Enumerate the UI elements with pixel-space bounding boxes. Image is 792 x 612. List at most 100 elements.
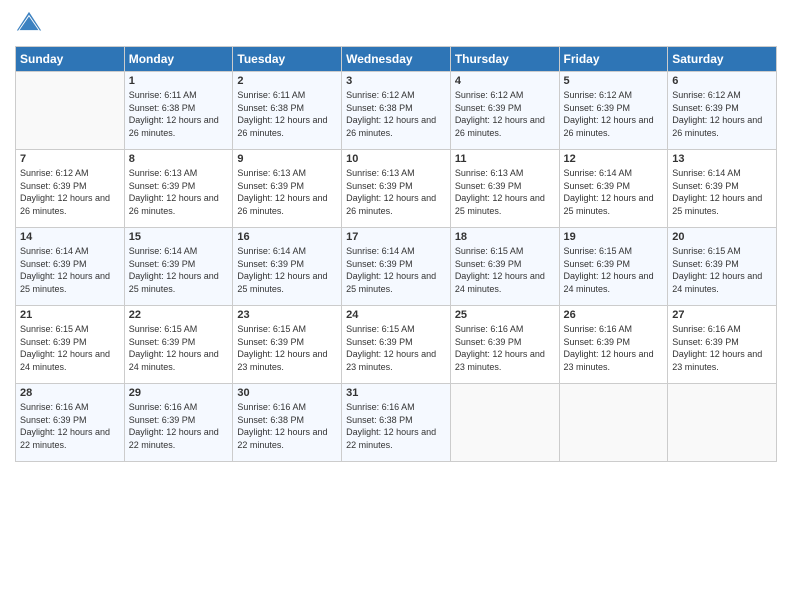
calendar-cell: 31 Sunrise: 6:16 AMSunset: 6:38 PMDayligh… xyxy=(342,384,451,462)
day-number: 5 xyxy=(564,75,664,87)
day-info: Sunrise: 6:12 AMSunset: 6:39 PMDaylight:… xyxy=(455,89,555,139)
day-info: Sunrise: 6:11 AMSunset: 6:38 PMDaylight:… xyxy=(237,89,337,139)
day-number: 14 xyxy=(20,231,120,243)
day-number: 2 xyxy=(237,75,337,87)
calendar-cell: 12 Sunrise: 6:14 AMSunset: 6:39 PMDayligh… xyxy=(559,150,668,228)
day-header-sunday: Sunday xyxy=(16,47,125,72)
day-number: 17 xyxy=(346,231,446,243)
logo xyxy=(15,10,47,38)
day-info: Sunrise: 6:16 AMSunset: 6:39 PMDaylight:… xyxy=(20,401,120,451)
day-number: 23 xyxy=(237,309,337,321)
day-header-friday: Friday xyxy=(559,47,668,72)
calendar-cell: 28 Sunrise: 6:16 AMSunset: 6:39 PMDayligh… xyxy=(16,384,125,462)
week-row-4: 28 Sunrise: 6:16 AMSunset: 6:39 PMDayligh… xyxy=(16,384,777,462)
calendar-cell: 24 Sunrise: 6:15 AMSunset: 6:39 PMDayligh… xyxy=(342,306,451,384)
day-number: 31 xyxy=(346,387,446,399)
day-info: Sunrise: 6:13 AMSunset: 6:39 PMDaylight:… xyxy=(129,167,229,217)
calendar-cell: 25 Sunrise: 6:16 AMSunset: 6:39 PMDayligh… xyxy=(450,306,559,384)
day-info: Sunrise: 6:15 AMSunset: 6:39 PMDaylight:… xyxy=(346,323,446,373)
calendar-cell xyxy=(668,384,777,462)
calendar-cell: 10 Sunrise: 6:13 AMSunset: 6:39 PMDayligh… xyxy=(342,150,451,228)
day-number: 24 xyxy=(346,309,446,321)
day-number: 11 xyxy=(455,153,555,165)
calendar-cell xyxy=(16,72,125,150)
day-number: 22 xyxy=(129,309,229,321)
day-number: 8 xyxy=(129,153,229,165)
day-header-tuesday: Tuesday xyxy=(233,47,342,72)
calendar-cell: 27 Sunrise: 6:16 AMSunset: 6:39 PMDayligh… xyxy=(668,306,777,384)
page: SundayMondayTuesdayWednesdayThursdayFrid… xyxy=(0,0,792,612)
day-info: Sunrise: 6:14 AMSunset: 6:39 PMDaylight:… xyxy=(346,245,446,295)
day-number: 20 xyxy=(672,231,772,243)
day-number: 27 xyxy=(672,309,772,321)
day-number: 26 xyxy=(564,309,664,321)
day-info: Sunrise: 6:16 AMSunset: 6:38 PMDaylight:… xyxy=(237,401,337,451)
day-number: 4 xyxy=(455,75,555,87)
calendar-cell: 4 Sunrise: 6:12 AMSunset: 6:39 PMDaylight… xyxy=(450,72,559,150)
calendar-cell: 7Sunrise: 6:12 AMSunset: 6:39 PMDaylight… xyxy=(16,150,125,228)
week-row-0: 1 Sunrise: 6:11 AMSunset: 6:38 PMDaylight… xyxy=(16,72,777,150)
week-row-2: 14 Sunrise: 6:14 AMSunset: 6:39 PMDayligh… xyxy=(16,228,777,306)
day-number: 7 xyxy=(20,153,120,165)
day-info: Sunrise: 6:14 AMSunset: 6:39 PMDaylight:… xyxy=(672,167,772,217)
calendar-cell: 5 Sunrise: 6:12 AMSunset: 6:39 PMDaylight… xyxy=(559,72,668,150)
day-number: 15 xyxy=(129,231,229,243)
day-number: 28 xyxy=(20,387,120,399)
day-info: Sunrise: 6:16 AMSunset: 6:39 PMDaylight:… xyxy=(455,323,555,373)
calendar-cell: 30Sunrise: 6:16 AMSunset: 6:38 PMDayligh… xyxy=(233,384,342,462)
calendar-cell: 22 Sunrise: 6:15 AMSunset: 6:39 PMDayligh… xyxy=(124,306,233,384)
day-info: Sunrise: 6:13 AMSunset: 6:39 PMDaylight:… xyxy=(346,167,446,217)
header xyxy=(15,10,777,38)
week-row-3: 21Sunrise: 6:15 AMSunset: 6:39 PMDayligh… xyxy=(16,306,777,384)
day-number: 12 xyxy=(564,153,664,165)
day-number: 10 xyxy=(346,153,446,165)
day-number: 16 xyxy=(237,231,337,243)
day-number: 9 xyxy=(237,153,337,165)
calendar-cell xyxy=(450,384,559,462)
calendar-cell: 1 Sunrise: 6:11 AMSunset: 6:38 PMDaylight… xyxy=(124,72,233,150)
calendar-cell: 29Sunrise: 6:16 AMSunset: 6:39 PMDayligh… xyxy=(124,384,233,462)
day-info: Sunrise: 6:12 AMSunset: 6:39 PMDaylight:… xyxy=(564,89,664,139)
day-info: Sunrise: 6:15 AMSunset: 6:39 PMDaylight:… xyxy=(129,323,229,373)
day-number: 3 xyxy=(346,75,446,87)
calendar-cell: 26 Sunrise: 6:16 AMSunset: 6:39 PMDayligh… xyxy=(559,306,668,384)
calendar-cell xyxy=(559,384,668,462)
day-info: Sunrise: 6:16 AMSunset: 6:39 PMDaylight:… xyxy=(564,323,664,373)
header-row: SundayMondayTuesdayWednesdayThursdayFrid… xyxy=(16,47,777,72)
day-info: Sunrise: 6:13 AMSunset: 6:39 PMDaylight:… xyxy=(237,167,337,217)
calendar-cell: 23 Sunrise: 6:15 AMSunset: 6:39 PMDayligh… xyxy=(233,306,342,384)
day-number: 29 xyxy=(129,387,229,399)
calendar-cell: 11Sunrise: 6:13 AMSunset: 6:39 PMDayligh… xyxy=(450,150,559,228)
week-row-1: 7Sunrise: 6:12 AMSunset: 6:39 PMDaylight… xyxy=(16,150,777,228)
day-info: Sunrise: 6:15 AMSunset: 6:39 PMDaylight:… xyxy=(564,245,664,295)
day-header-saturday: Saturday xyxy=(668,47,777,72)
day-info: Sunrise: 6:11 AMSunset: 6:38 PMDaylight:… xyxy=(129,89,229,139)
day-info: Sunrise: 6:16 AMSunset: 6:38 PMDaylight:… xyxy=(346,401,446,451)
day-info: Sunrise: 6:14 AMSunset: 6:39 PMDaylight:… xyxy=(20,245,120,295)
calendar-cell: 6 Sunrise: 6:12 AMSunset: 6:39 PMDaylight… xyxy=(668,72,777,150)
day-info: Sunrise: 6:15 AMSunset: 6:39 PMDaylight:… xyxy=(672,245,772,295)
day-number: 19 xyxy=(564,231,664,243)
calendar-cell: 8 Sunrise: 6:13 AMSunset: 6:39 PMDaylight… xyxy=(124,150,233,228)
day-number: 25 xyxy=(455,309,555,321)
day-header-wednesday: Wednesday xyxy=(342,47,451,72)
day-info: Sunrise: 6:15 AMSunset: 6:39 PMDaylight:… xyxy=(20,323,120,373)
day-number: 6 xyxy=(672,75,772,87)
calendar-cell: 9 Sunrise: 6:13 AMSunset: 6:39 PMDaylight… xyxy=(233,150,342,228)
logo-icon xyxy=(15,10,43,38)
day-number: 1 xyxy=(129,75,229,87)
day-number: 13 xyxy=(672,153,772,165)
day-info: Sunrise: 6:15 AMSunset: 6:39 PMDaylight:… xyxy=(237,323,337,373)
calendar-cell: 3 Sunrise: 6:12 AMSunset: 6:38 PMDaylight… xyxy=(342,72,451,150)
calendar-cell: 21Sunrise: 6:15 AMSunset: 6:39 PMDayligh… xyxy=(16,306,125,384)
day-info: Sunrise: 6:12 AMSunset: 6:38 PMDaylight:… xyxy=(346,89,446,139)
day-info: Sunrise: 6:12 AMSunset: 6:39 PMDaylight:… xyxy=(672,89,772,139)
day-info: Sunrise: 6:16 AMSunset: 6:39 PMDaylight:… xyxy=(672,323,772,373)
calendar-table: SundayMondayTuesdayWednesdayThursdayFrid… xyxy=(15,46,777,462)
day-info: Sunrise: 6:14 AMSunset: 6:39 PMDaylight:… xyxy=(564,167,664,217)
day-info: Sunrise: 6:14 AMSunset: 6:39 PMDaylight:… xyxy=(129,245,229,295)
calendar-cell: 19 Sunrise: 6:15 AMSunset: 6:39 PMDayligh… xyxy=(559,228,668,306)
day-info: Sunrise: 6:15 AMSunset: 6:39 PMDaylight:… xyxy=(455,245,555,295)
day-header-thursday: Thursday xyxy=(450,47,559,72)
day-header-monday: Monday xyxy=(124,47,233,72)
